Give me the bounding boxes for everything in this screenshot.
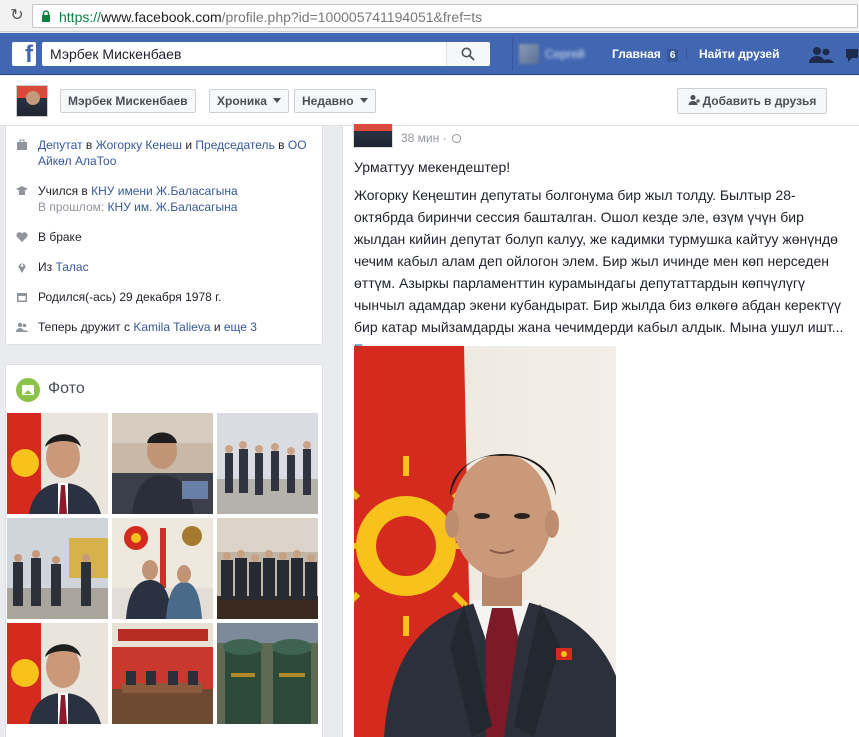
post-time-text: 38 мин [401, 131, 440, 145]
education-past-prefix: В прошлом: [38, 200, 108, 214]
reload-icon[interactable]: ↻ [8, 7, 26, 25]
add-friend-button[interactable]: Добавить в друзья [677, 88, 827, 114]
work-in2-text: в [274, 138, 288, 152]
url-host: www.facebook.com [101, 9, 222, 25]
search-icon [461, 47, 475, 61]
post-body-text: Жогорку Кеңештин депутаты болгонума бир … [354, 187, 844, 335]
post-greeting: Урматтуу мекендештер! [354, 159, 511, 175]
recent-label: Недавно [302, 94, 354, 108]
timeline-label: Хроника [217, 94, 267, 108]
graduation-cap-icon [16, 186, 28, 195]
facebook-top-bar: f Сергей Главная 6 Найти друзей [0, 33, 859, 75]
intro-born: Родился(-ась) 29 декабря 1978 г. [16, 289, 316, 305]
friends-and: и [210, 320, 224, 334]
timeline-post: 38 мин · Урматтуу мекендештер! Жогорку К… [342, 124, 859, 737]
intro-card: Депутат в Жогорку Кенеш и Председатель в… [5, 126, 323, 345]
photos-card: Фото [5, 364, 323, 737]
intro-education: Учился в КНУ имени Ж.Баласагына В прошло… [16, 183, 316, 215]
post-photo[interactable] [354, 346, 616, 737]
work-in-text: в [82, 138, 96, 152]
timeline-dropdown[interactable]: Хроника [209, 89, 289, 113]
post-body: Жогорку Кеңештин депутаты болгонума бир … [354, 184, 850, 360]
recent-dropdown[interactable]: Недавно [294, 89, 376, 113]
friends-prefix: Теперь дружит с [38, 320, 134, 334]
add-friend-icon [688, 95, 700, 105]
post-author-avatar[interactable] [353, 124, 393, 148]
from-prefix: Из [38, 260, 56, 274]
heart-icon [16, 232, 28, 242]
photo-thumbnail[interactable] [112, 413, 213, 514]
friend-requests-icon[interactable] [808, 45, 834, 65]
intro-from: Из Талас [16, 259, 316, 275]
home-count-badge: 6 [666, 49, 679, 62]
intro-relationship: В браке [16, 229, 316, 245]
work-position-link[interactable]: Депутат [38, 138, 83, 152]
search-input[interactable] [42, 42, 442, 66]
chevron-down-icon [359, 98, 368, 103]
photo-thumbnail[interactable] [7, 623, 108, 724]
photo-thumbnail[interactable] [7, 518, 108, 619]
add-friend-label: Добавить в друзья [702, 94, 817, 108]
photo-thumbnail[interactable] [217, 518, 318, 619]
globe-icon [451, 134, 461, 143]
facebook-logo-icon[interactable]: f [12, 41, 36, 68]
photo-thumbnail[interactable] [217, 623, 318, 724]
friends-icon [16, 322, 28, 332]
photos-title[interactable]: Фото [48, 380, 85, 398]
photo-icon [16, 378, 40, 402]
profile-name-button[interactable]: Мэрбек Мискенбаев [60, 89, 196, 113]
location-pin-icon [18, 263, 26, 273]
profile-header-bar: Мэрбек Мискенбаев Хроника Недавно Добави… [0, 76, 859, 126]
photo-thumbnail[interactable] [7, 413, 108, 514]
intro-friends: Теперь дружит с Kamila Talieva и еще 3 [16, 319, 316, 335]
photo-thumbnail[interactable] [112, 623, 213, 724]
user-profile-link[interactable]: Сергей [512, 38, 600, 70]
work-role-link[interactable]: Председатель [195, 138, 274, 152]
url-text: https://www.facebook.com/profile.php?id=… [59, 9, 482, 25]
friend-name-link[interactable]: Kamila Talieva [133, 320, 210, 334]
address-bar[interactable]: https://www.facebook.com/profile.php?id=… [32, 4, 858, 28]
url-scheme: https:// [59, 9, 102, 25]
work-and-text: и [182, 138, 196, 152]
search-box [42, 42, 490, 66]
relationship-text: В браке [38, 230, 82, 244]
url-path: /profile.php?id=100005741194051&fref=ts [221, 9, 483, 25]
user-name: Сергей [545, 47, 585, 61]
nav-home-link[interactable]: Главная 6 [612, 47, 679, 62]
calendar-icon [17, 293, 27, 302]
born-text: Родился(-ась) 29 декабря 1978 г. [38, 290, 222, 304]
home-label: Главная [612, 47, 661, 61]
from-place-link[interactable]: Талас [55, 260, 88, 274]
photo-thumbnail[interactable] [217, 413, 318, 514]
avatar [519, 44, 539, 64]
chevron-down-icon [272, 98, 281, 103]
nav-find-friends-link[interactable]: Найти друзей [686, 47, 779, 61]
education-prefix: Учился в [38, 184, 92, 198]
education-school-link[interactable]: КНУ имени Ж.Баласагына [91, 184, 238, 198]
profile-thumbnail[interactable] [16, 85, 48, 117]
photo-thumbnail[interactable] [112, 518, 213, 619]
work-org-link[interactable]: Жогорку Кенеш [96, 138, 182, 152]
messages-icon[interactable] [844, 45, 859, 65]
intro-work: Депутат в Жогорку Кенеш и Председатель в… [16, 137, 316, 169]
education-past-link[interactable]: КНУ им. Ж.Баласагына [108, 200, 238, 214]
browser-toolbar: ↻ https://www.facebook.com/profile.php?i… [0, 0, 859, 32]
briefcase-icon [17, 139, 27, 150]
more-friends-link[interactable]: еще 3 [224, 320, 257, 334]
lock-icon [42, 10, 50, 22]
post-timestamp[interactable]: 38 мин · [401, 131, 461, 145]
search-button[interactable] [446, 42, 490, 66]
